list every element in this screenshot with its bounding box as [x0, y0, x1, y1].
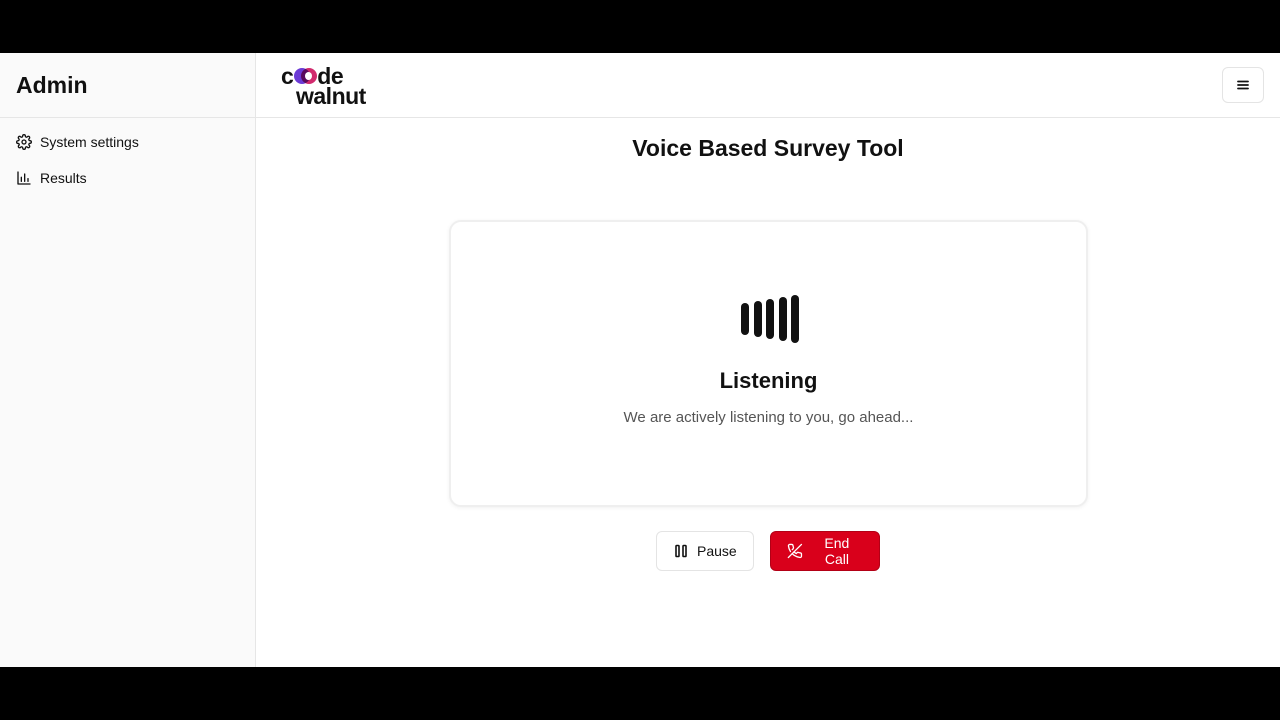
logo-mark-icon: [294, 68, 318, 84]
main-content: c de walnut Voice Based Survey Tool List…: [256, 53, 1280, 667]
topbar: c de walnut: [256, 53, 1280, 118]
hamburger-menu-button[interactable]: [1222, 67, 1264, 103]
codewalnut-logo[interactable]: c de walnut: [281, 63, 391, 109]
gear-icon: [16, 134, 32, 150]
letterbox-top: [0, 0, 1280, 53]
pause-icon: [675, 544, 687, 558]
sidebar-nav: System settings Results: [0, 118, 255, 214]
call-controls: Pause End Call: [656, 531, 880, 571]
status-card: Listening We are actively listening to y…: [449, 220, 1088, 507]
hamburger-menu-icon: [1237, 80, 1249, 90]
phone-off-icon: [787, 543, 803, 559]
audio-waveform-icon: [741, 294, 799, 344]
end-call-button[interactable]: End Call: [770, 531, 880, 571]
sidebar-item-system-settings[interactable]: System settings: [16, 130, 239, 154]
pause-button[interactable]: Pause: [656, 531, 754, 571]
status-heading: Listening: [719, 368, 818, 393]
pause-label: Pause: [697, 543, 737, 559]
sidebar-item-label: System settings: [40, 134, 139, 150]
sidebar-item-results[interactable]: Results: [16, 166, 239, 190]
status-subtext: We are actively listening to you, go ahe…: [623, 409, 914, 426]
sidebar-item-label: Results: [40, 170, 87, 186]
end-call-label: End Call: [824, 535, 850, 567]
logo-text-prefix: c: [281, 63, 294, 89]
app-window: Admin System settings Results c de walnu…: [0, 53, 1280, 667]
sidebar-header: Admin: [0, 53, 255, 118]
bar-chart-icon: [17, 171, 31, 185]
logo-line-2: walnut: [296, 83, 366, 109]
letterbox-bottom: [0, 667, 1280, 720]
page-title: Voice Based Survey Tool: [632, 135, 904, 161]
sidebar-title: Admin: [16, 71, 88, 98]
sidebar: Admin System settings Results: [0, 53, 256, 667]
